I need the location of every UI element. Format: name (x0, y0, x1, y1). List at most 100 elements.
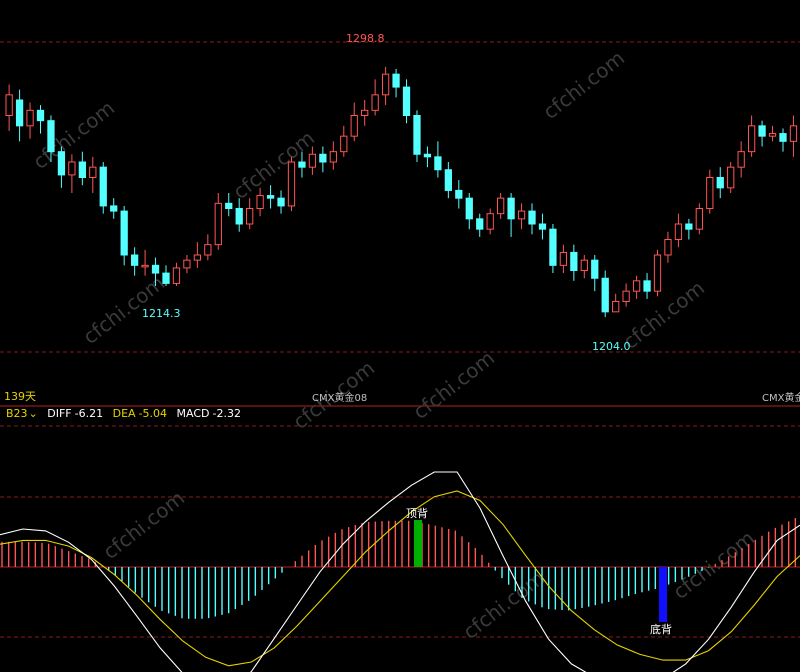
diff-readout: DIFF -6.21 (47, 407, 106, 420)
candle-body (130, 254, 139, 266)
candle-body (465, 197, 473, 220)
candle-body (434, 156, 442, 171)
candle-body (528, 210, 536, 225)
candle-body (183, 259, 191, 269)
chevron-down-icon[interactable]: ⌄ (29, 407, 38, 420)
candle-body (716, 177, 724, 189)
candle-body (225, 202, 233, 209)
candle-body (15, 99, 24, 127)
dea-readout: DEA -5.04 (113, 407, 171, 420)
dea-value: -5.04 (138, 407, 168, 420)
candle-body (381, 73, 390, 96)
candle-body (266, 195, 275, 199)
candle-body (549, 228, 557, 266)
candle-body (444, 169, 452, 191)
candle-body (57, 151, 66, 176)
candle-body (507, 197, 515, 220)
macd-value: -2.32 (212, 407, 241, 420)
candle-body (110, 205, 118, 212)
period-label: 139天 (4, 390, 36, 403)
candle-body (643, 280, 651, 292)
candle-body (172, 267, 181, 284)
candle-body (632, 280, 641, 292)
macd-readout: MACD -2.32 (177, 407, 241, 420)
candle-body (768, 133, 777, 137)
diff-line (0, 471, 800, 672)
low-price-label-1: 1214.3 (142, 307, 181, 320)
candle-body (413, 115, 421, 155)
top-divergence-label: 顶背 (406, 506, 428, 520)
candle-body (340, 135, 348, 153)
symbol-label-right: CMX黄金 (762, 391, 800, 404)
candle-body (68, 161, 76, 176)
candle-body (47, 120, 55, 153)
low-price-label-2: 1204.0 (592, 340, 631, 353)
candle-body (476, 218, 484, 230)
candle-body (371, 94, 379, 111)
candle-body (674, 223, 683, 240)
candle-body (622, 290, 630, 302)
candle-body (653, 254, 662, 292)
candle-body (517, 210, 526, 220)
candle-body (99, 166, 107, 207)
macd-lines (0, 471, 800, 672)
candle-body (204, 244, 212, 256)
candle-body (298, 161, 306, 168)
candlestick-chart[interactable]: cfchi.comcfchi.comcfchi.comcfchi.comcfch… (0, 0, 800, 672)
indicator-selector[interactable]: B23⌄ (6, 407, 41, 420)
top-divergence-bar (414, 520, 422, 567)
candle-body (758, 125, 766, 137)
candle-body (26, 109, 34, 127)
candle-body (747, 125, 756, 153)
candle-body (89, 166, 97, 179)
indicator-info-bar: B23⌄ DIFF -6.21 DEA -5.04 MACD -2.32 (0, 406, 800, 422)
candle-body (455, 189, 463, 199)
macd-label: MACD (176, 407, 210, 420)
high-price-label: 1298.8 (346, 32, 385, 45)
candle-body (36, 109, 45, 122)
symbol-label-center: CMX黄金08 (312, 391, 367, 404)
candle-body (591, 259, 599, 279)
candle-body (612, 301, 620, 313)
candle-body (350, 115, 358, 137)
candle-body (402, 86, 411, 117)
candle-body (570, 251, 578, 272)
candle-body (706, 177, 714, 209)
candle-body (78, 161, 86, 178)
candle-body (737, 151, 745, 168)
candle-body (559, 251, 568, 266)
dea-label: DEA (112, 407, 136, 420)
candle-body (256, 195, 264, 209)
candle-body (497, 197, 505, 215)
candle-body (329, 151, 337, 163)
candle-body (779, 133, 787, 142)
candle-body (580, 259, 588, 271)
candle-body (120, 210, 128, 256)
indicator-name: B23 (6, 407, 28, 420)
candle-body (789, 125, 798, 142)
diff-label: DIFF (47, 407, 72, 420)
candle-body (162, 272, 170, 284)
watermark: cfchi.comcfchi.comcfchi.comcfchi.comcfch… (28, 46, 759, 644)
watermark-text: cfchi.com (538, 46, 629, 124)
bottom-divergence-label: 底背 (650, 622, 672, 636)
candle-body (392, 73, 400, 88)
candle-body (685, 223, 693, 230)
candle-body (5, 94, 13, 117)
candle-body (193, 254, 202, 261)
candle-body (423, 153, 432, 158)
bottom-divergence-bar (659, 567, 667, 622)
candle-body (538, 223, 547, 230)
candle-body (214, 202, 222, 246)
watermark-text: cfchi.com (668, 526, 759, 604)
candle-body (727, 166, 735, 189)
candle-body (287, 161, 296, 207)
candle-body (151, 264, 160, 274)
candle-body (486, 213, 494, 230)
candle-body (361, 109, 369, 117)
candle-body (664, 239, 672, 256)
candle-body (601, 277, 609, 313)
candle-body (246, 208, 254, 225)
candle-body (141, 264, 149, 268)
candle-body (235, 208, 243, 225)
